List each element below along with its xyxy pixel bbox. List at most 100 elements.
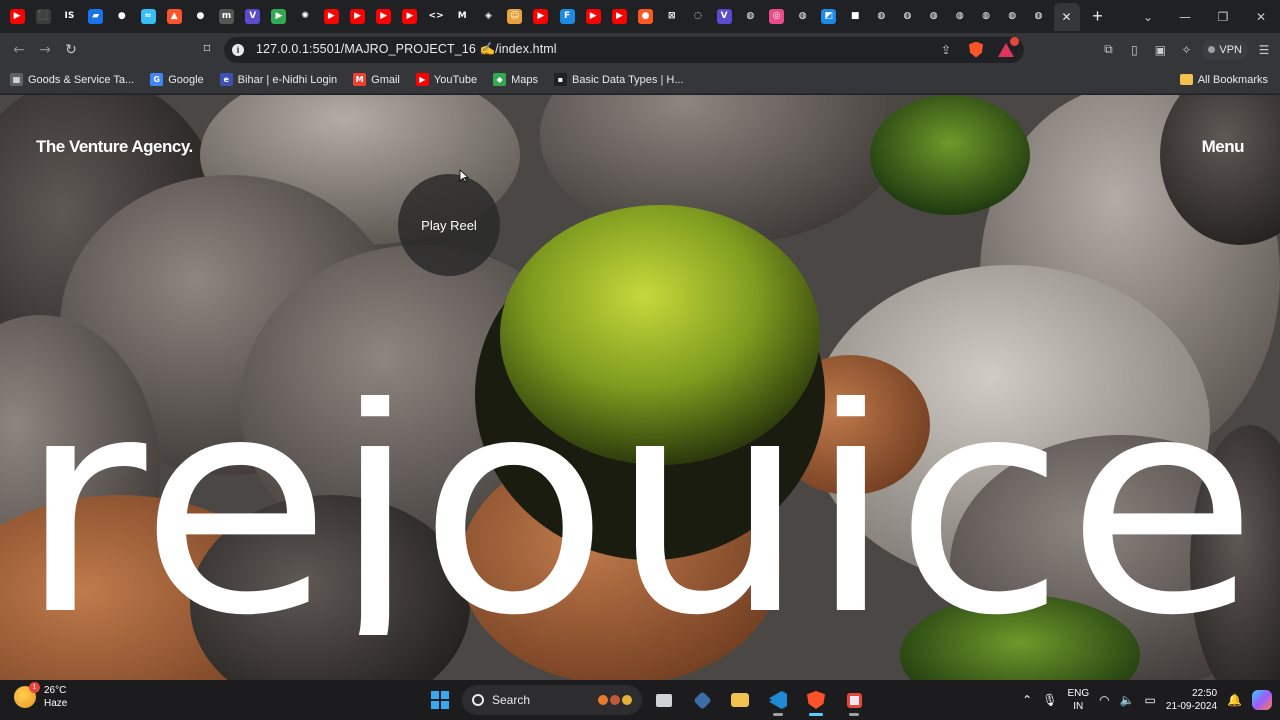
browser-tab[interactable]: ▰ [83, 3, 109, 31]
vpn-button[interactable]: VPN [1202, 39, 1248, 60]
snipping-tool-icon[interactable] [838, 684, 870, 716]
bookmark-item[interactable]: M Gmail [353, 73, 400, 86]
taskbar-center: Search [424, 684, 870, 716]
extensions-icon[interactable]: ⧉ [1098, 40, 1118, 60]
browser-tab[interactable]: ◍ [737, 3, 763, 31]
browser-tab[interactable]: ● [187, 3, 213, 31]
reload-icon[interactable]: ↻ [58, 37, 84, 63]
site-info-icon[interactable]: i [232, 43, 244, 56]
url-text[interactable]: 127.0.0.1:5501/MAJRO_PROJECT_16 ✍/index.… [256, 42, 557, 57]
browser-tab[interactable]: ■ [842, 3, 868, 31]
bookmark-item[interactable]: ◆ Maps [493, 73, 538, 86]
clock[interactable]: 22:50 21-09-2024 [1166, 687, 1217, 713]
back-arrow-icon[interactable]: ← [6, 37, 32, 63]
browser-tab[interactable]: ◍ [947, 3, 973, 31]
browser-tab[interactable]: V [240, 3, 266, 31]
browser-tab[interactable]: ▶ [371, 3, 397, 31]
browser-tab[interactable]: ☺ [502, 3, 528, 31]
new-tab-button[interactable]: + [1084, 3, 1112, 31]
main-menu-icon[interactable]: ☰ [1254, 40, 1274, 60]
forward-arrow-icon[interactable]: → [32, 37, 58, 63]
browser-tab[interactable]: ◎ [763, 3, 789, 31]
browser-tab[interactable]: m [214, 3, 240, 31]
weather-condition: Haze [44, 698, 68, 709]
wallet-icon[interactable]: ▣ [1150, 40, 1170, 60]
taskbar-search[interactable]: Search [462, 685, 642, 715]
bookmark-item[interactable]: ▪ Basic Data Types | H... [554, 73, 684, 86]
close-tab-icon[interactable]: ✕ [1059, 9, 1074, 24]
brave-rewards-icon[interactable] [996, 36, 1019, 60]
browser-tab[interactable]: ◩ [816, 3, 842, 31]
browser-tab[interactable]: ● [633, 3, 659, 31]
browser-tab[interactable]: ▶ [266, 3, 292, 31]
battery-icon[interactable]: ▭ [1145, 693, 1156, 707]
minimize-icon[interactable]: — [1166, 0, 1204, 33]
brave-shields-icon[interactable] [966, 40, 986, 60]
browser-tab[interactable]: ◍ [894, 3, 920, 31]
file-explorer-icon[interactable] [724, 684, 756, 716]
browser-tab[interactable]: ◍ [868, 3, 894, 31]
share-icon[interactable]: ⇪ [936, 40, 956, 60]
browser-tab[interactable]: ▶ [344, 3, 370, 31]
browser-tab[interactable]: ◈ [475, 3, 501, 31]
browser-tab[interactable]: ◍ [999, 3, 1025, 31]
browser-tab[interactable]: M [449, 3, 475, 31]
bookmark-item[interactable]: ▦ Goods & Service Ta... [10, 73, 134, 86]
close-window-icon[interactable]: ✕ [1242, 0, 1280, 33]
start-button[interactable] [424, 684, 456, 716]
browser-tab[interactable]: ≈ [135, 3, 161, 31]
restore-icon[interactable]: ❐ [1204, 0, 1242, 33]
browser-tab[interactable]: ▶ [4, 3, 30, 31]
microphone-icon[interactable]: 🎙 [1042, 693, 1057, 707]
browser-tab[interactable]: ◍ [973, 3, 999, 31]
notion-icon: ■ [847, 9, 863, 24]
browser-tab[interactable]: <> [423, 3, 449, 31]
wifi-icon[interactable]: ◠ [1099, 693, 1109, 707]
brave-browser-icon[interactable] [800, 684, 832, 716]
browser-tab[interactable]: ▶ [606, 3, 632, 31]
browser-tab[interactable]: ● [109, 3, 135, 31]
browser-tab[interactable]: ▶ [528, 3, 554, 31]
language-indicator[interactable]: ENG IN [1067, 687, 1089, 713]
copilot-icon[interactable] [1252, 690, 1272, 710]
browser-tab[interactable]: ◍ [790, 3, 816, 31]
leo-ai-icon[interactable]: ✧ [1176, 40, 1196, 60]
browser-tab[interactable]: ◍ [921, 3, 947, 31]
sidebar-icon[interactable]: ▯ [1124, 40, 1144, 60]
address-bar[interactable]: i 127.0.0.1:5501/MAJRO_PROJECT_16 ✍/inde… [224, 36, 1024, 63]
browser-tab[interactable]: F [554, 3, 580, 31]
bookmark-item[interactable]: e Bihar | e-Nidhi Login [219, 73, 337, 86]
weather-widget[interactable]: 1 26°C Haze [14, 682, 68, 710]
site-logo[interactable]: The Venture Agency. [36, 137, 193, 157]
vscode-icon[interactable] [762, 684, 794, 716]
tab-search-icon[interactable]: ⌄ [1130, 0, 1166, 33]
bookmarks-bar: ▦ Goods & Service Ta... G Google e Bihar | e-… [0, 66, 1280, 94]
youtube-icon: ▶ [9, 9, 25, 24]
play-reel-button[interactable]: Play Reel [398, 174, 500, 276]
browser-tab[interactable]: ▲ [161, 3, 187, 31]
bookmark-item[interactable]: ▶ YouTube [415, 73, 477, 86]
browser-tab[interactable]: ◍ [1025, 3, 1051, 31]
browser-tab[interactable]: IS [56, 3, 82, 31]
browser-tab[interactable]: V [711, 3, 737, 31]
all-bookmarks-button[interactable]: All Bookmarks [1179, 74, 1268, 86]
weather-temperature: 26°C [44, 685, 67, 696]
notification-bell-icon[interactable]: 🔔 [1227, 693, 1242, 707]
browser-tab[interactable]: ✺ [292, 3, 318, 31]
circle-icon: ● [638, 9, 654, 24]
browser-tab[interactable]: ▶ [318, 3, 344, 31]
menu-link[interactable]: Menu [1202, 137, 1245, 157]
browser-tab[interactable]: ⬛ [30, 3, 56, 31]
browser-tab[interactable]: ▶ [580, 3, 606, 31]
app-icon-blue[interactable] [686, 684, 718, 716]
tray-overflow-icon[interactable]: ⌃ [1022, 693, 1032, 707]
bookmark-item[interactable]: G Google [150, 73, 204, 86]
volume-icon[interactable]: 🔈 [1120, 693, 1135, 707]
browser-tab[interactable]: ⊠ [659, 3, 685, 31]
github-icon: ● [114, 9, 130, 24]
browser-tab[interactable]: ▶ [397, 3, 423, 31]
bookmark-page-icon[interactable]: ⌑ [194, 37, 220, 63]
task-view-icon[interactable] [648, 684, 680, 716]
browser-tab[interactable]: ◌ [685, 3, 711, 31]
active-tab[interactable]: ✕ [1053, 2, 1080, 31]
